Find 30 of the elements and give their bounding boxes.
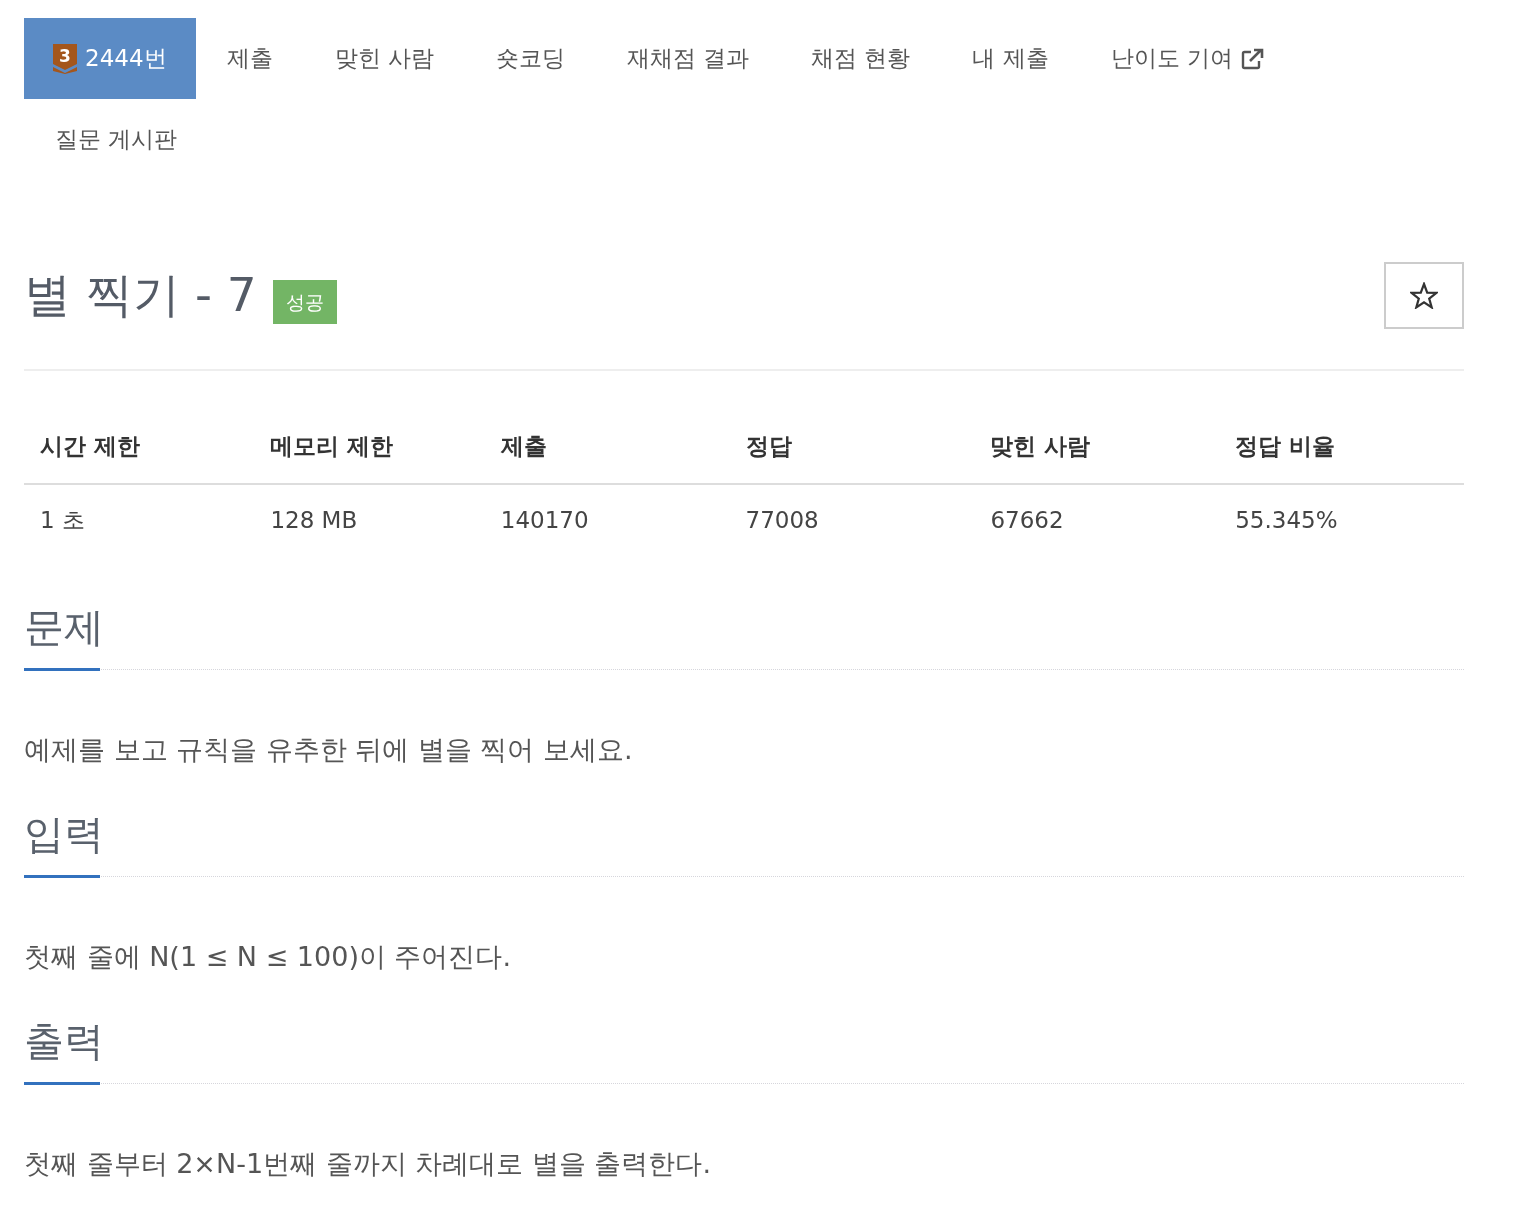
tab[interactable]: 재채점 결과 [595,18,781,99]
tab[interactable]: 질문 게시판 [24,99,209,180]
column-header: 정답 [729,409,975,484]
section-heading: 입력 [24,810,100,878]
section-text: 첫째 줄에 N(1 ≤ N ≤ 100)이 주어진다. [24,940,513,974]
column-header: 제출 [484,409,730,484]
favorite-button[interactable] [1384,261,1464,329]
section-heading: 출력 [24,1017,100,1085]
table-cell: 1 초 [24,484,255,555]
column-header: 정답 비율 [1219,409,1464,484]
column-header: 시간 제한 [24,409,255,484]
table-cell: 128 MB [254,484,485,555]
problem-title: 별 찍기 - 7 [24,266,257,324]
section-text: 예제를 보고 규칙을 유추한 뒤에 별을 찍어 보세요. [24,733,634,767]
tab[interactable]: 맞힌 사람 [303,18,465,99]
column-header: 메모리 제한 [254,409,485,484]
section-text: 첫째 줄부터 2×N-1번째 줄까지 차례대로 별을 출력한다. [24,1147,712,1181]
tab[interactable]: 제출 [195,18,304,99]
table-cell: 77008 [729,484,975,555]
tab[interactable]: 내 제출 [941,18,1080,99]
column-header: 맞힌 사람 [974,409,1220,484]
tab[interactable]: 3 2444번 [24,18,196,99]
table-cell: 140170 [484,484,730,555]
section-heading: 문제 [24,603,100,671]
table-cell: 55.345% [1219,484,1464,555]
result-badge: 성공 [272,280,337,324]
tab[interactable]: 난이도 기여 [1079,18,1297,99]
table-cell: 67662 [974,484,1220,555]
tab[interactable]: 숏코딩 [464,18,596,99]
tab[interactable]: 채점 현황 [780,18,942,99]
